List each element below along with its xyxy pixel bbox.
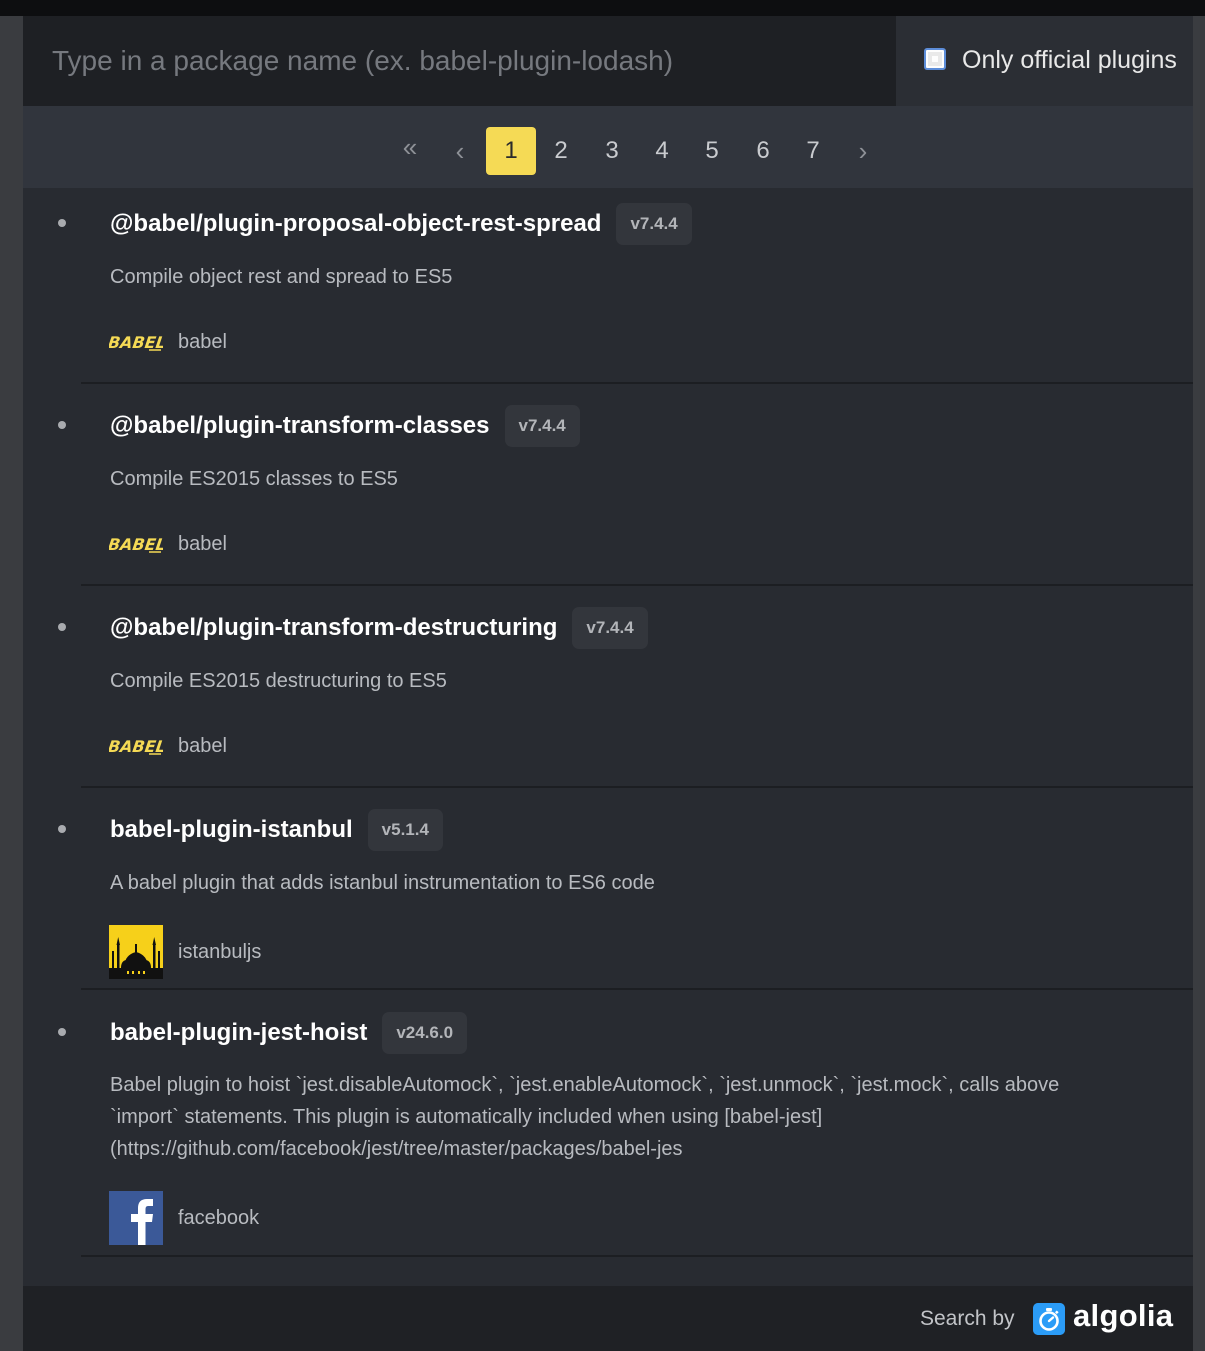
owner-name[interactable]: babel: [178, 735, 227, 758]
package-name-link[interactable]: babel-plugin-istanbul: [110, 816, 353, 844]
package-name-link[interactable]: @babel/plugin-transform-classes: [110, 412, 490, 440]
footer: Search by algolia: [23, 1286, 1193, 1351]
chevron-left-icon[interactable]: ‹: [435, 127, 485, 175]
algolia-stopwatch-icon[interactable]: [1033, 1303, 1065, 1335]
search-bar: Only official plugins: [23, 16, 1193, 106]
double-chevron-left-icon[interactable]: «: [385, 123, 435, 171]
package-name-link[interactable]: @babel/plugin-transform-destructuring: [110, 614, 557, 642]
version-badge: v7.4.4: [616, 203, 692, 245]
package-name-link[interactable]: @babel/plugin-proposal-object-rest-sprea…: [110, 210, 601, 238]
official-plugins-checkbox[interactable]: [924, 48, 946, 70]
chevron-right-icon[interactable]: ›: [838, 127, 888, 175]
version-badge: v24.6.0: [382, 1012, 468, 1054]
official-plugins-label: Only official plugins: [962, 46, 1177, 74]
package-description: Compile object rest and spread to ES5: [110, 266, 453, 288]
page-1-button[interactable]: 1: [486, 127, 536, 175]
item-divider: [81, 786, 1193, 788]
list-bullet: [58, 1028, 66, 1036]
page-2-button[interactable]: 2: [536, 127, 586, 175]
official-plugins-filter[interactable]: Only official plugins: [896, 16, 1193, 106]
list-bullet: [58, 825, 66, 833]
owner-name[interactable]: babel: [178, 533, 227, 556]
search-by-label: Search by: [920, 1307, 1015, 1330]
babel-logo-icon: BABEL: [109, 737, 163, 756]
plugin-search-modal: Only official plugins « ‹ 1 2 3 4 5 6 7 …: [23, 16, 1193, 1351]
package-description: Compile ES2015 destructuring to ES5: [110, 670, 447, 692]
item-divider: [81, 1255, 1193, 1257]
version-badge: v7.4.4: [572, 607, 648, 649]
istanbuljs-avatar-icon: [109, 925, 163, 979]
version-badge: v5.1.4: [367, 809, 443, 851]
item-divider: [81, 584, 1193, 586]
item-divider: [81, 382, 1193, 384]
package-name-link[interactable]: babel-plugin-jest-hoist: [110, 1019, 367, 1047]
svg-text:BABEL: BABEL: [109, 737, 163, 756]
page-5-button[interactable]: 5: [687, 127, 737, 175]
background-page-edge: [0, 38, 24, 82]
package-description: Compile ES2015 classes to ES5: [110, 468, 398, 490]
page-3-button[interactable]: 3: [587, 127, 637, 175]
list-bullet: [58, 623, 66, 631]
babel-logo-icon: BABEL: [109, 333, 163, 352]
svg-text:BABEL: BABEL: [109, 535, 163, 554]
package-search-input[interactable]: [23, 16, 896, 106]
item-divider: [81, 988, 1193, 990]
pagination: « ‹ 1 2 3 4 5 6 7 ›: [23, 106, 1193, 188]
package-description: A babel plugin that adds istanbul instru…: [110, 872, 655, 894]
svg-text:BABEL: BABEL: [109, 333, 163, 352]
version-badge: v7.4.4: [504, 405, 580, 447]
algolia-logo-text[interactable]: algolia: [1073, 1298, 1173, 1334]
owner-name[interactable]: istanbuljs: [178, 941, 261, 964]
owner-name[interactable]: facebook: [178, 1207, 259, 1230]
page-6-button[interactable]: 6: [738, 127, 788, 175]
babel-logo-icon: BABEL: [109, 535, 163, 554]
background-topbar: [0, 0, 1205, 16]
facebook-avatar-icon: [109, 1191, 163, 1245]
page-4-button[interactable]: 4: [637, 127, 687, 175]
package-description: Babel plugin to hoist `jest.disableAutom…: [110, 1074, 1060, 1160]
page-7-button[interactable]: 7: [788, 127, 838, 175]
list-bullet: [58, 421, 66, 429]
list-bullet: [58, 219, 66, 227]
owner-name[interactable]: babel: [178, 331, 227, 354]
